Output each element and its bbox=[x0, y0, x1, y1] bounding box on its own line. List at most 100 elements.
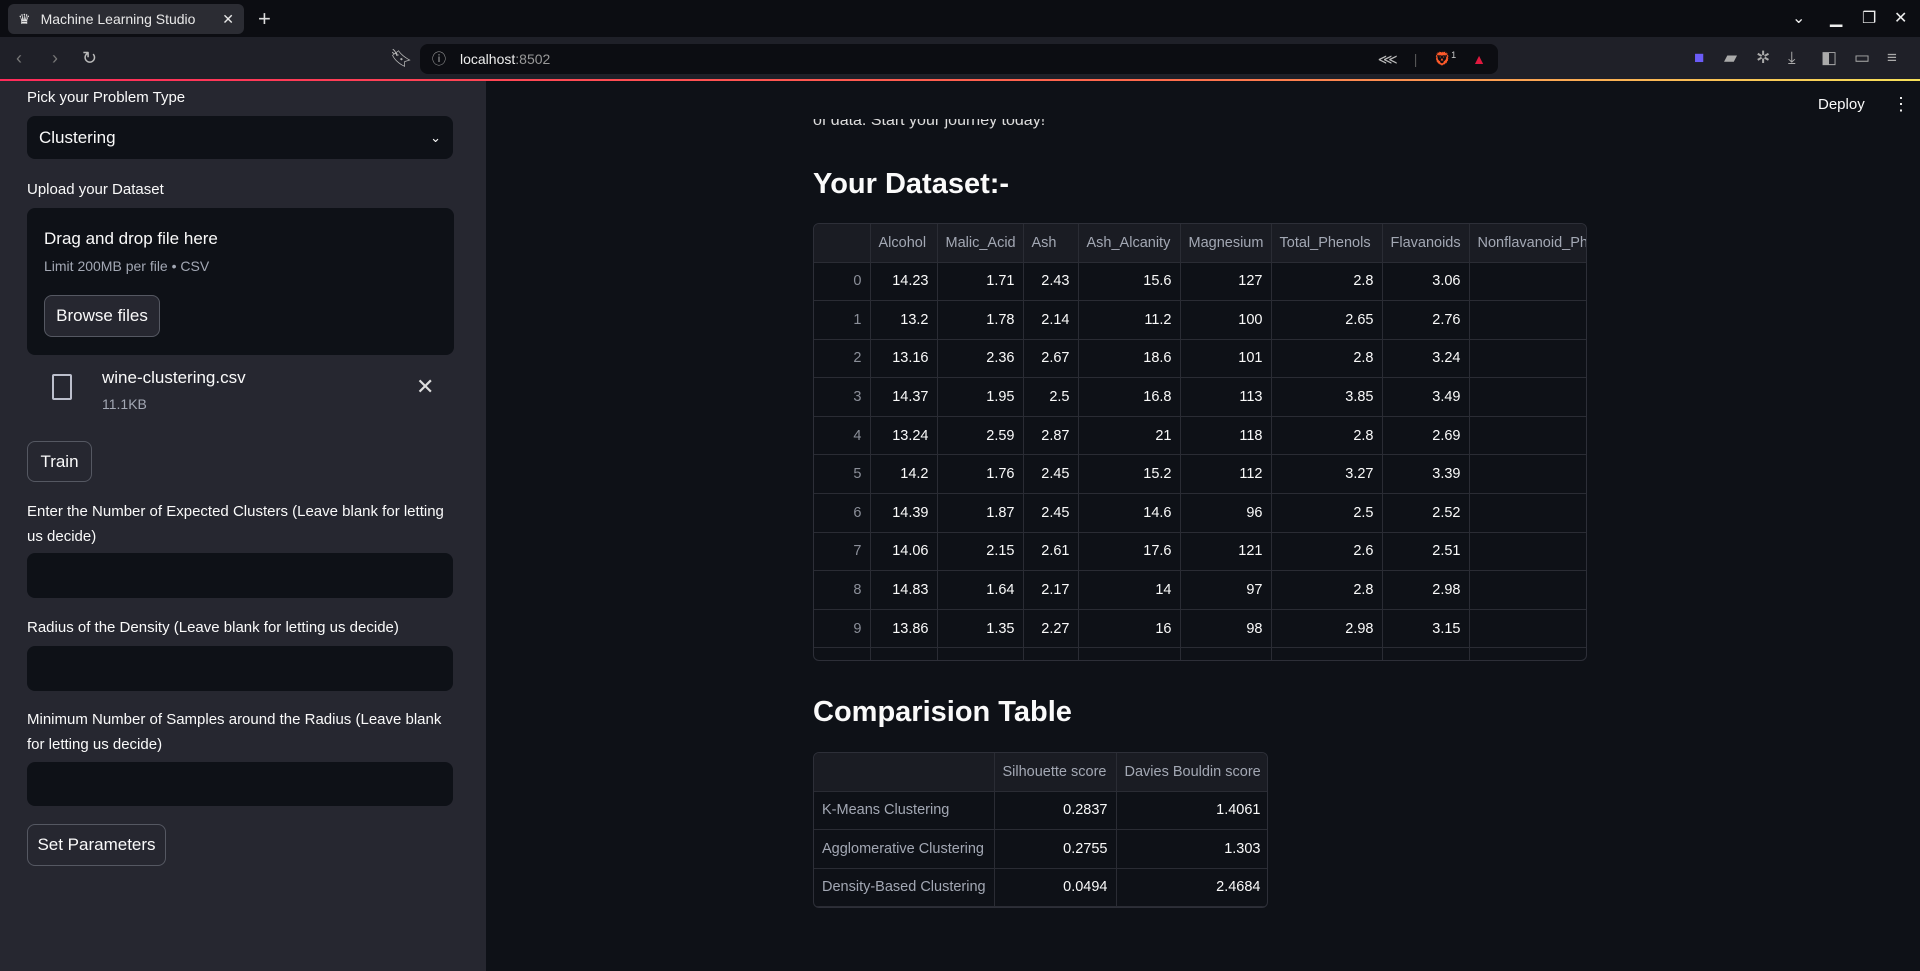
table-row: 7 14.06 2.15 2.61 17.6 121 2.6 2.51 bbox=[814, 532, 1586, 572]
column-header[interactable]: Malic_Acid bbox=[937, 224, 1024, 263]
extensions-puzzle-icon[interactable]: ✲ bbox=[1756, 48, 1770, 68]
column-header[interactable]: Silhouette score bbox=[994, 753, 1117, 792]
column-header[interactable]: Alcohol bbox=[870, 224, 938, 263]
dataset-table[interactable]: Alcohol Malic_Acid Ash Ash_Alcanity Magnesiu… bbox=[813, 223, 1587, 661]
bookmark-icon[interactable]: 🔖︎ bbox=[390, 48, 413, 69]
table-cell: 113 bbox=[1180, 377, 1272, 417]
column-header[interactable]: Magnesium bbox=[1180, 224, 1272, 263]
bitwarden-icon[interactable]: ■ bbox=[1694, 48, 1704, 68]
column-header[interactable] bbox=[814, 753, 995, 792]
table-cell: 3.49 bbox=[1382, 377, 1470, 417]
table-header-row: Alcohol Malic_Acid Ash Ash_Alcanity Magnesiu… bbox=[814, 224, 1586, 263]
wallet-icon[interactable]: ▭ bbox=[1854, 48, 1870, 68]
table-cell: 15.2 bbox=[1078, 454, 1181, 495]
table-cell: 2.45 bbox=[1023, 493, 1079, 533]
table-cell: 2.52 bbox=[1382, 493, 1470, 533]
column-header[interactable] bbox=[814, 224, 871, 263]
main-menu-kebab-icon[interactable]: ⋮ bbox=[1892, 94, 1910, 115]
remove-file-icon[interactable]: ✕ bbox=[416, 374, 434, 400]
close-window-icon[interactable]: ✕ bbox=[1894, 8, 1907, 28]
new-tab-icon[interactable]: + bbox=[258, 6, 271, 32]
table-cell: 1.76 bbox=[937, 454, 1024, 495]
table-cell: 121 bbox=[1180, 532, 1272, 572]
table-cell: 15.6 bbox=[1078, 262, 1181, 302]
table-cell: 2.36 bbox=[937, 339, 1024, 379]
intro-text-fragment: of data. Start your journey today! bbox=[813, 119, 1046, 129]
table-cell: 2.67 bbox=[1023, 339, 1079, 379]
table-cell: 112 bbox=[1180, 454, 1272, 495]
column-header[interactable]: Ash bbox=[1023, 224, 1079, 263]
radius-label: Radius of the Density (Leave blank for l… bbox=[27, 619, 399, 636]
table-cell: 14.37 bbox=[870, 377, 938, 417]
table-cell: 2.61 bbox=[1023, 532, 1079, 572]
table-cell: 14 bbox=[1078, 570, 1181, 610]
downloads-icon[interactable]: ⤓ bbox=[1788, 48, 1796, 68]
row-label: 3 bbox=[814, 377, 871, 417]
column-header[interactable]: Ash_Alcanity bbox=[1078, 224, 1181, 263]
table-row: 3 14.37 1.95 2.5 16.8 113 3.85 3.49 bbox=[814, 377, 1586, 417]
menu-hamburger-icon[interactable]: ≡ bbox=[1887, 48, 1897, 68]
table-cell bbox=[1469, 493, 1586, 533]
table-cell: 14.39 bbox=[870, 493, 938, 533]
table-cell: 13.2 bbox=[870, 300, 938, 340]
reload-icon[interactable]: ↻ bbox=[82, 48, 97, 69]
set-parameters-button[interactable]: Set Parameters bbox=[27, 824, 166, 866]
tab-title: Machine Learning Studio bbox=[40, 11, 196, 27]
deploy-button[interactable]: Deploy bbox=[1818, 96, 1865, 113]
table-cell: 2.5 bbox=[1023, 377, 1079, 417]
back-icon[interactable]: ‹ bbox=[16, 48, 22, 69]
upload-label: Upload your Dataset bbox=[27, 181, 164, 198]
table-row: 0 14.23 1.71 2.43 15.6 127 2.8 3.06 bbox=[814, 262, 1586, 302]
brave-rewards-icon[interactable]: ▲ bbox=[1472, 51, 1486, 67]
train-button[interactable]: Train bbox=[27, 441, 92, 482]
table-cell: 2.59 bbox=[937, 416, 1024, 456]
min-samples-input[interactable] bbox=[27, 762, 453, 806]
column-header[interactable]: Davies Bouldin score bbox=[1116, 753, 1267, 792]
table-header-row: Silhouette score Davies Bouldin score bbox=[814, 753, 1267, 792]
extension-folder-icon[interactable]: ▰ bbox=[1724, 48, 1737, 68]
table-cell: 2.27 bbox=[1023, 609, 1079, 649]
table-cell bbox=[1469, 570, 1586, 610]
brave-shields-icon[interactable]: 🦁︎1 bbox=[1433, 50, 1456, 68]
browse-files-button[interactable]: Browse files bbox=[44, 295, 160, 337]
row-label: 0 bbox=[814, 262, 871, 302]
table-row: Density-Based Clustering 0.0494 2.4684 bbox=[814, 868, 1267, 908]
table-cell: 96 bbox=[1180, 493, 1272, 533]
row-label: 2 bbox=[814, 339, 871, 379]
chevron-down-icon: ⌄ bbox=[430, 129, 441, 145]
share-icon[interactable]: ⋘ bbox=[1378, 51, 1398, 68]
column-header[interactable]: Nonflavanoid_Ph bbox=[1469, 224, 1586, 263]
table-cell: 11.2 bbox=[1078, 300, 1181, 340]
sidebar-toggle-icon[interactable]: ◧ bbox=[1821, 48, 1837, 68]
table-cell: 16 bbox=[1078, 609, 1181, 649]
table-row: 5 14.2 1.76 2.45 15.2 112 3.27 3.39 bbox=[814, 454, 1586, 495]
min-samples-label: Minimum Number of Samples around the Rad… bbox=[27, 711, 442, 753]
problem-type-select[interactable]: Clustering ⌄ bbox=[27, 116, 453, 159]
minimize-icon[interactable]: ▁ bbox=[1830, 8, 1842, 28]
table-cell: 2.51 bbox=[1382, 532, 1470, 572]
problem-type-label: Pick your Problem Type bbox=[27, 89, 186, 106]
table-cell: 2.14 bbox=[1023, 300, 1079, 340]
table-cell: 1.35 bbox=[937, 609, 1024, 649]
row-label: 1 bbox=[814, 300, 871, 340]
column-header[interactable]: Flavanoids bbox=[1382, 224, 1470, 263]
close-tab-icon[interactable]: ✕ bbox=[222, 11, 234, 28]
forward-icon[interactable]: › bbox=[52, 48, 58, 69]
row-label: 9 bbox=[814, 609, 871, 649]
column-header[interactable]: Total_Phenols bbox=[1271, 224, 1383, 263]
table-cell bbox=[1469, 300, 1586, 340]
file-dropzone[interactable]: Drag and drop file here Limit 200MB per … bbox=[27, 208, 454, 355]
table-cell: 0.2755 bbox=[994, 829, 1117, 869]
file-icon bbox=[52, 374, 72, 400]
radius-input[interactable] bbox=[27, 646, 453, 691]
table-cell: 21 bbox=[1078, 416, 1181, 456]
browser-tab[interactable]: ♛ Machine Learning Studio ✕ bbox=[8, 4, 244, 34]
shields-badge: 1 bbox=[1451, 50, 1457, 61]
clusters-input[interactable] bbox=[27, 553, 453, 598]
restore-icon[interactable]: ❐ bbox=[1862, 8, 1876, 28]
url-host: localhost bbox=[460, 51, 516, 67]
table-cell: 2.4684 bbox=[1116, 868, 1267, 908]
tab-list-chevron-icon[interactable]: ⌄ bbox=[1792, 8, 1805, 28]
address-bar[interactable]: ⓘ localhost:8502 ⋘ | 🦁︎1 ▲ bbox=[420, 44, 1498, 74]
site-info-icon[interactable]: ⓘ bbox=[432, 49, 446, 69]
